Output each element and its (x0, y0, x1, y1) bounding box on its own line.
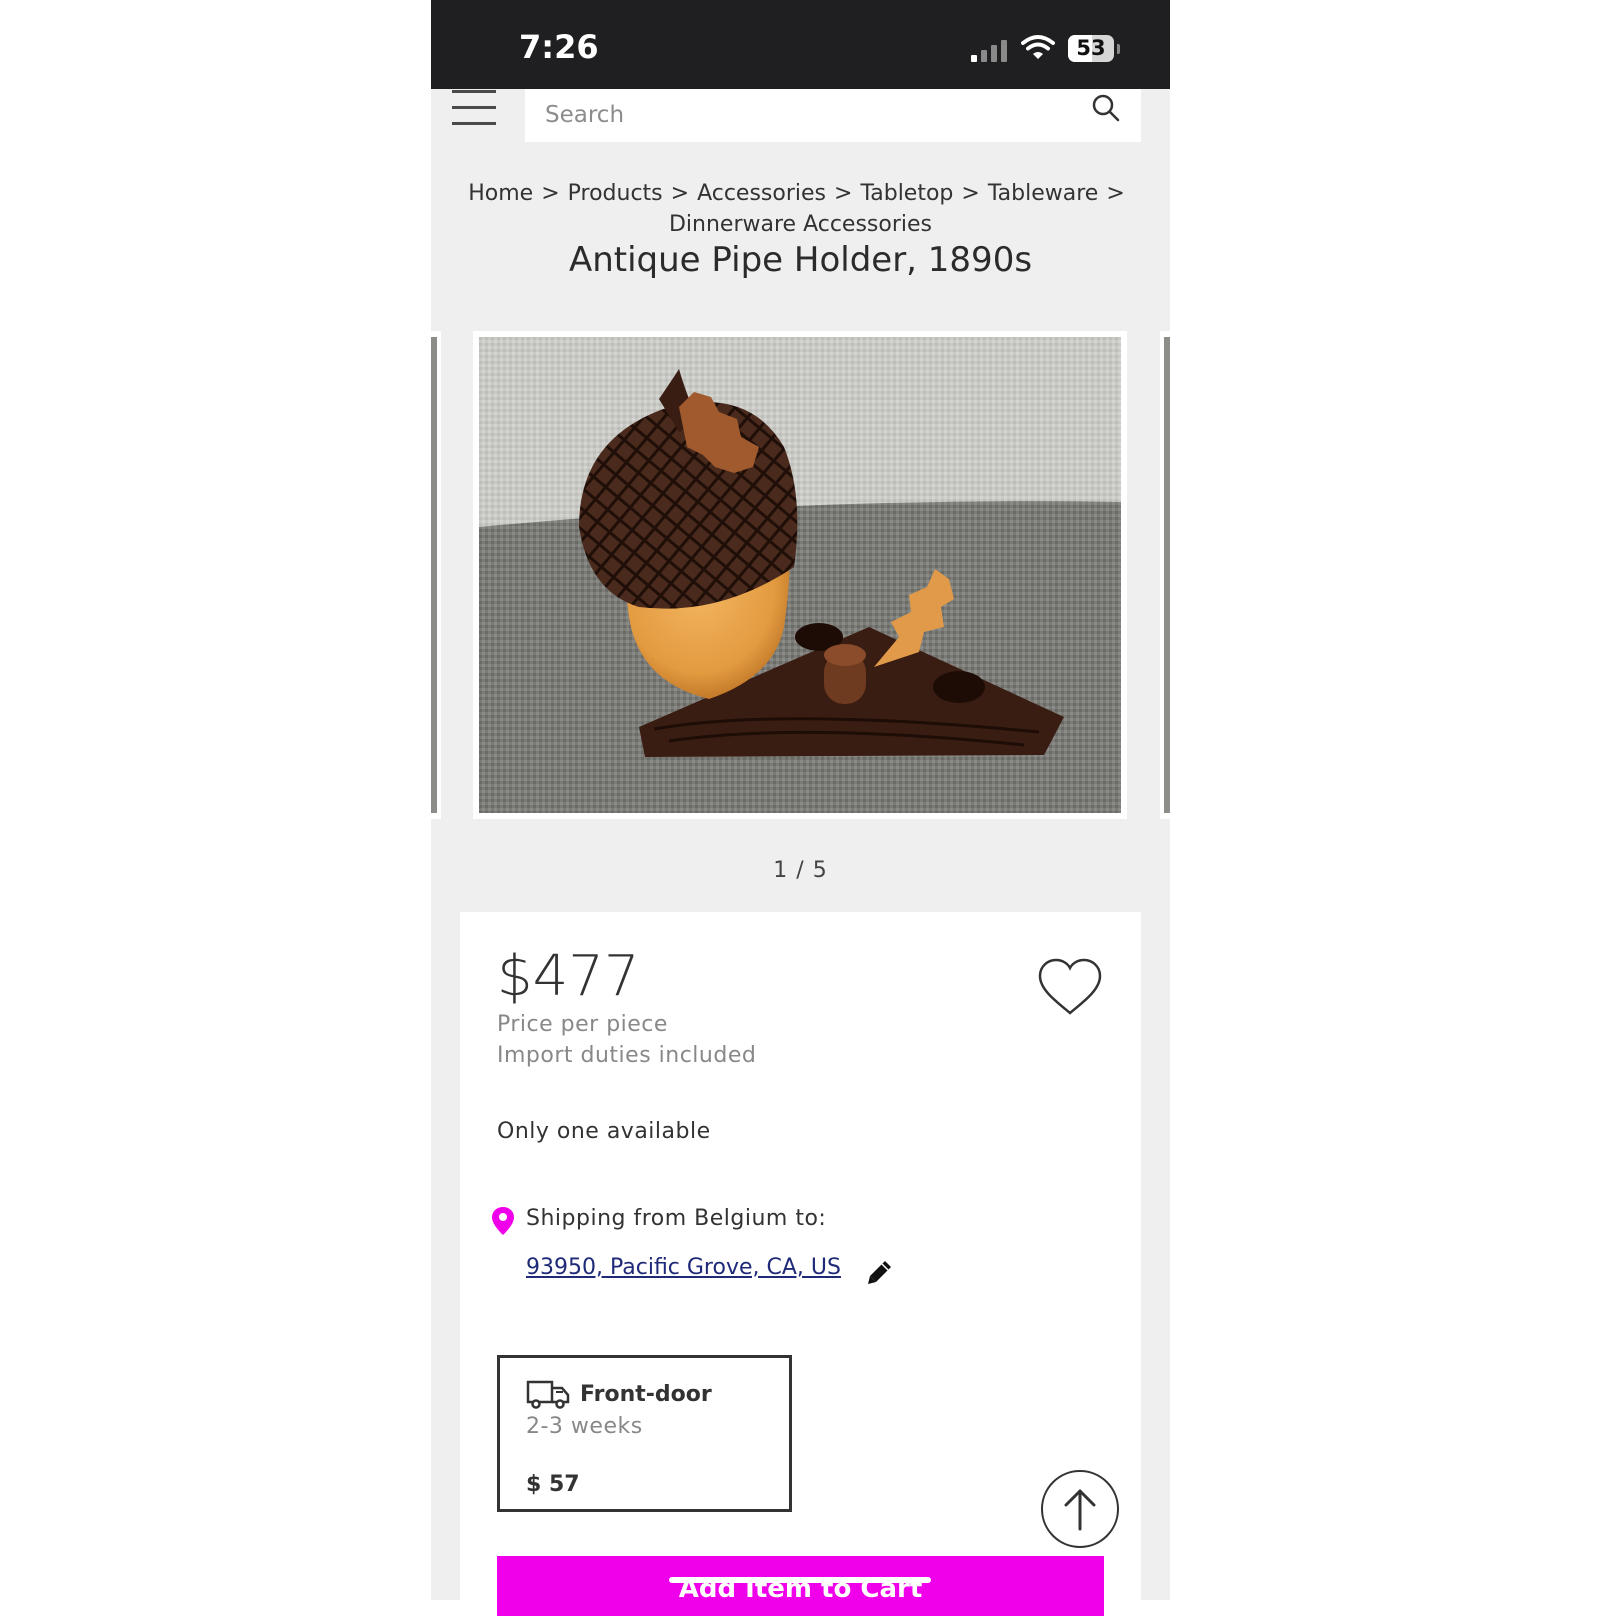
product-info-card: $477 Price per piece Import duties inclu… (460, 912, 1141, 1600)
home-indicator[interactable] (669, 1577, 931, 1583)
arrow-up-icon (1064, 1489, 1096, 1531)
breadcrumb-separator: > (1106, 181, 1125, 206)
location-pin-icon (492, 1207, 514, 1235)
product-image[interactable] (473, 331, 1127, 819)
battery-level: 53 (1076, 36, 1106, 60)
price-note: Price per piece (497, 1012, 668, 1037)
breadcrumb: Home > Products > Accessories > Tabletop > Table… (451, 178, 1150, 240)
delivery-option-name: Front-door (580, 1382, 712, 1407)
product-title: Antique Pipe Holder, 1890s (568, 240, 1033, 280)
breadcrumb-tableware[interactable]: Tableware (988, 181, 1098, 206)
price: $477 (497, 944, 640, 1009)
add-to-cart-button[interactable]: Add Item to Cart (497, 1556, 1104, 1616)
scroll-to-top-button[interactable] (1041, 1470, 1119, 1548)
breadcrumb-separator: > (834, 181, 853, 206)
delivery-option-front-door[interactable]: Front-door 2-3 weeks $ 57 (497, 1355, 792, 1512)
wifi-icon (1021, 35, 1055, 59)
battery-tip (1117, 44, 1120, 54)
search-input[interactable] (543, 97, 1067, 133)
shipping-label: Shipping from Belgium to: (526, 1206, 827, 1231)
breadcrumb-products[interactable]: Products (568, 181, 663, 206)
breadcrumb-dinnerware-accessories[interactable]: Dinnerware Accessories (669, 212, 932, 237)
breadcrumb-separator: > (541, 181, 560, 206)
hamburger-menu-icon[interactable] (452, 90, 496, 126)
phone-screen: 7:26 53 Home > Products > Accessories > Tablet… (431, 0, 1170, 1600)
breadcrumb-accessories[interactable]: Accessories (697, 181, 826, 206)
delivery-option-price: $ 57 (526, 1472, 580, 1497)
search-icon[interactable] (1091, 93, 1121, 123)
status-bar: 7:26 53 (431, 0, 1170, 89)
delivery-option-time: 2-3 weeks (526, 1414, 643, 1439)
availability: Only one available (497, 1119, 711, 1144)
breadcrumb-tabletop[interactable]: Tabletop (860, 181, 953, 206)
search-bar (525, 89, 1141, 142)
signal-icon (971, 38, 1011, 62)
truck-icon (526, 1380, 570, 1409)
status-time: 7:26 (519, 28, 599, 66)
shipping-address-link[interactable]: 93950, Pacific Grove, CA, US (526, 1255, 841, 1280)
battery-icon: 53 (1068, 35, 1114, 62)
breadcrumb-separator: > (961, 181, 980, 206)
heart-icon[interactable] (1037, 957, 1103, 1017)
carousel-prev-image[interactable] (431, 331, 441, 819)
breadcrumb-home[interactable]: Home (468, 181, 533, 206)
carousel-next-image[interactable] (1160, 331, 1170, 819)
breadcrumb-separator: > (670, 181, 690, 206)
image-counter: 1 / 5 (773, 858, 828, 883)
pencil-icon[interactable] (866, 1256, 896, 1286)
duties-note: Import duties included (497, 1043, 757, 1068)
acorn-pipe-holder-photo (479, 337, 1121, 813)
